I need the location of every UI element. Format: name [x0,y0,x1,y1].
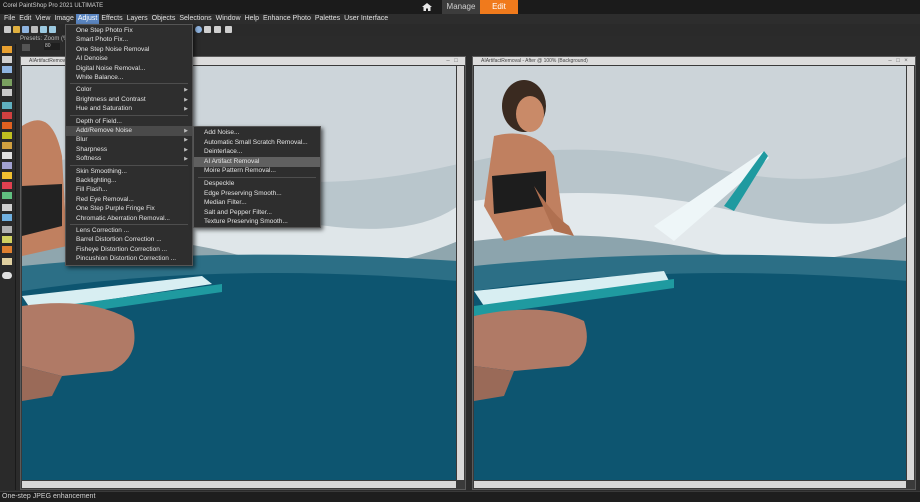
shape-tool-icon[interactable] [2,214,12,221]
menu-bar: File Edit View Image Adjust Effects Laye… [0,14,920,24]
title-bar: Corel PaintShop Pro 2021 ULTIMATE Manage… [0,0,920,14]
submenu-arrow-icon: ▶ [184,156,188,163]
open-folder-icon[interactable] [13,26,20,33]
submenu-item-texture-preserving-smooth[interactable]: Texture Preserving Smooth... [194,217,320,227]
add-remove-noise-submenu: Add Noise... Automatic Small Scratch Remo… [193,126,321,228]
maximize-icon[interactable]: □ [895,58,901,64]
menu-separator [70,83,188,85]
pan-tool-icon[interactable] [2,46,12,53]
zoom-icon[interactable] [195,26,202,33]
color-replacer-tool-icon[interactable] [2,182,12,189]
submenu-item-despeckle[interactable]: Despeckle [194,179,320,189]
maximize-icon[interactable]: □ [453,58,459,64]
new-file-icon[interactable] [4,26,11,33]
menu-separator [70,224,188,225]
status-text: One-step JPEG enhancement [2,493,96,500]
settings-icon[interactable] [225,26,232,33]
submenu-item-median-filter[interactable]: Median Filter... [194,198,320,208]
close-icon[interactable]: × [903,58,909,64]
horizontal-scrollbar[interactable] [22,481,456,488]
horizontal-scrollbar[interactable] [474,481,906,488]
add-tool-icon[interactable] [2,272,12,279]
submenu-item-edge-preserving-smooth[interactable]: Edge Preserving Smooth... [194,189,320,199]
tools-palette [0,44,16,490]
dropper-tool-icon[interactable] [2,79,12,86]
warp-tool-icon[interactable] [2,236,12,243]
pick-tool-icon[interactable] [2,56,12,63]
photo-after [474,66,906,480]
menu-view[interactable]: View [33,14,52,24]
tab-edit[interactable]: Edit [480,0,518,14]
status-bar: One-step JPEG enhancement [0,491,920,502]
zoom-input[interactable]: 80 [44,43,60,50]
picture-tube-tool-icon[interactable] [2,246,12,253]
flood-fill-tool-icon[interactable] [2,192,12,199]
straighten-tool-icon[interactable] [2,102,12,109]
save-icon[interactable] [22,26,29,33]
menu-item-white-balance[interactable]: White Balance... [66,73,192,83]
tab-manage[interactable]: Manage [442,0,480,14]
menu-adjust[interactable]: Adjust [75,14,100,24]
airbrush-tool-icon[interactable] [2,162,12,169]
lighten-tool-icon[interactable] [2,172,12,179]
menu-user-interface[interactable]: User Interface [342,14,390,24]
menu-file[interactable]: File [2,14,17,24]
view-icon[interactable] [204,26,211,33]
undo-icon[interactable] [40,26,47,33]
menu-edit[interactable]: Edit [17,14,33,24]
menu-separator [70,164,188,166]
adjust-menu: One Step Photo Fix Smart Photo Fix... One … [65,24,193,266]
gradient-tool-icon[interactable] [2,152,12,159]
red-eye-tool-icon[interactable] [2,112,12,119]
selection-tool-icon[interactable] [2,66,12,73]
print-icon[interactable] [31,26,38,33]
menu-separator [70,114,188,116]
home-icon[interactable] [421,2,433,12]
paint-brush-tool-icon[interactable] [2,142,12,149]
vertical-scrollbar[interactable] [457,66,464,480]
menu-layers[interactable]: Layers [125,14,150,24]
menu-objects[interactable]: Objects [150,14,178,24]
menu-enhance-photo[interactable]: Enhance Photo [261,14,313,24]
submenu-item-automatic-small-scratch-removal[interactable]: Automatic Small Scratch Removal... [194,138,320,148]
pen-tool-icon[interactable] [2,226,12,233]
submenu-item-deinterlace[interactable]: Deinterlace... [194,147,320,157]
submenu-item-moire-pattern-removal[interactable]: Moire Pattern Removal... [194,166,320,176]
text-tool-icon[interactable] [2,204,12,211]
redo-icon[interactable] [49,26,56,33]
share-icon[interactable] [214,26,221,33]
menu-image[interactable]: Image [52,14,75,24]
document-window-after: AIArtifactRemoval - After @ 100% (Backgr… [472,56,916,490]
crop-tool-icon[interactable] [2,89,12,96]
clone-tool-icon[interactable] [2,132,12,139]
submenu-arrow-icon: ▶ [184,106,188,113]
makeover-tool-icon[interactable] [2,122,12,129]
menu-effects[interactable]: Effects [99,14,124,24]
menu-item-hue-and-saturation[interactable]: Hue and Saturation ▶ [66,104,192,114]
menu-item-chromatic-aberration-removal[interactable]: Chromatic Aberration Removal... [66,214,192,224]
menu-help[interactable]: Help [243,14,261,24]
document-title-after: AIArtifactRemoval - After @ 100% (Backgr… [473,57,915,65]
menu-item-pincushion-distortion-correction[interactable]: Pincushion Distortion Correction ... [66,254,192,264]
menu-palettes[interactable]: Palettes [313,14,342,24]
menu-selections[interactable]: Selections [177,14,213,24]
smart-carver-tool-icon[interactable] [2,258,12,265]
submenu-item-add-noise[interactable]: Add Noise... [194,128,320,138]
minimize-icon[interactable]: – [445,58,451,64]
submenu-item-ai-artifact-removal[interactable]: AI Artifact Removal [194,156,320,167]
vertical-scrollbar[interactable] [907,66,914,480]
minimize-icon[interactable]: – [887,58,893,64]
submenu-item-salt-and-pepper-filter[interactable]: Salt and Pepper Filter... [194,208,320,218]
menu-window[interactable]: Window [214,14,243,24]
app-title: Corel PaintShop Pro 2021 ULTIMATE [3,3,104,9]
presets-dropdown-icon[interactable] [22,44,30,51]
menu-item-softness[interactable]: Softness ▶ [66,154,192,164]
presets-label: Presets: [20,36,43,42]
menu-separator [198,177,316,178]
